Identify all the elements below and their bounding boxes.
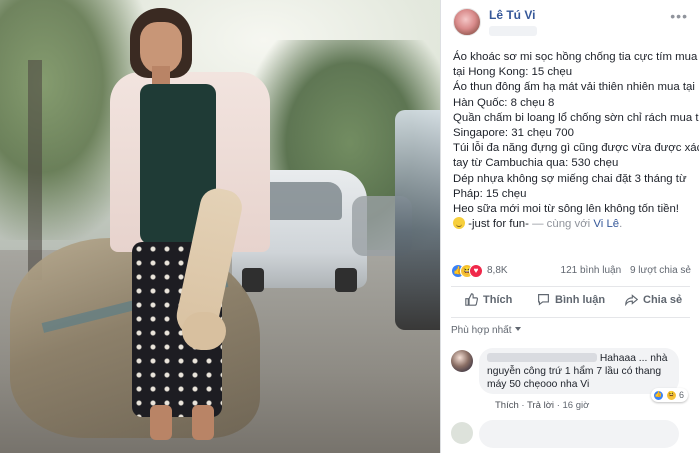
photo-pole (28, 60, 42, 280)
post-text-line: Túi lỗi đa năng đựng gì cũng được vừa đư… (453, 142, 699, 155)
comment-icon (538, 294, 549, 306)
comment-sort-dropdown[interactable]: Phù hợp nhất (451, 325, 521, 336)
comment-count-link[interactable]: 121 bình luận (561, 265, 622, 276)
author-name[interactable]: Lê Tú Vi (489, 8, 535, 22)
next-commenter-avatar (451, 422, 473, 444)
post-text-tail: -just for fun- — cùng với Vi Lê. (453, 217, 693, 232)
post-text-line: Singapore: 31 chẹu 700 (453, 127, 574, 140)
love-reaction-icon: ♥ (469, 264, 483, 278)
commenter-avatar[interactable] (451, 350, 473, 372)
reaction-summary[interactable]: 👍 😆 ♥ 8,8K 121 bình luận 9 lượt chia sẻ (451, 264, 691, 280)
photo-woman-neck (152, 66, 170, 84)
author-avatar[interactable] (453, 8, 481, 36)
post-actions: Thích Bình luận Chia sẻ (451, 289, 690, 315)
photo-car-wheel (335, 268, 357, 292)
comment-reaction-count: 6 (679, 390, 685, 400)
share-label: Chia sẻ (643, 293, 683, 306)
share-count-link[interactable]: 9 lượt chia sẻ (630, 265, 691, 276)
comment-time[interactable]: 16 giờ (563, 400, 590, 411)
post-text-line: Heo sữa mới moi từ sông lên không tốn ti… (453, 203, 679, 216)
comment-bubble: Hahaaa ... nhà nguyễn công trứ 1 hẩm 7 l… (479, 348, 679, 394)
reaction-count[interactable]: 8,8K (487, 265, 508, 276)
post-photo[interactable] (0, 0, 440, 453)
like-reaction-icon: 👍 (653, 389, 664, 401)
comment-reactions[interactable]: 👍 😆 6 (651, 388, 689, 402)
share-button[interactable]: Chia sẻ (625, 293, 682, 306)
thumbs-up-icon (465, 293, 478, 306)
post-text-line: Áo khoác sơ mi sọc hồng chống tia cực tí… (453, 51, 698, 63)
commenter-name-blurred[interactable] (487, 353, 597, 362)
divider (451, 317, 690, 318)
post-text-fun: -just for fun- (465, 218, 529, 231)
sort-label: Phù hợp nhất (451, 325, 512, 336)
post-panel: Lê Tú Vi ••• Áo khoác sơ mi sọc hồng chố… (440, 0, 699, 453)
post-text-line: Pháp: 15 chẹu (453, 187, 527, 200)
post-stats: 121 bình luận 9 lượt chia sẻ (555, 265, 691, 276)
comment-text-start: Hahaaa ... nhà (599, 353, 668, 364)
more-dots-icon[interactable]: ••• (670, 8, 688, 24)
photo-woman-leg (150, 405, 172, 440)
post-text: Áo khoác sơ mi sọc hồng chống tia cực tí… (453, 50, 699, 232)
like-button[interactable]: Thích (465, 293, 512, 306)
comment-like-link[interactable]: Thích (495, 400, 519, 411)
photo-motorbike (395, 110, 440, 330)
haha-reaction-icon: 😆 (666, 389, 677, 401)
caret-down-icon (514, 327, 521, 331)
like-label: Thích (483, 293, 513, 306)
next-comment-bubble (479, 420, 679, 448)
post-with-label: — cùng với (528, 218, 594, 231)
tagged-user-link[interactable]: Vi Lê (593, 218, 619, 230)
photo-dog-head (182, 312, 226, 350)
post-text-line: Áo thun đông ấm hạ mát vải thiên nhiên m… (453, 81, 695, 94)
comment-reply-link[interactable]: Trả lời (527, 400, 554, 411)
post-text-line: Hàn Quốc: 8 chẹu 8 (453, 96, 555, 109)
comment-actions: Thích · Trả lời · 16 giờ (495, 400, 589, 411)
post-timestamp-blurred (489, 26, 537, 36)
photo-car-wheel (242, 268, 264, 292)
separator-dot: · (521, 400, 525, 411)
photo-woman-leg (192, 405, 214, 440)
smile-emoji-icon (453, 217, 465, 230)
comment-label: Bình luận (555, 293, 606, 306)
post-text-line: tại Hong Kong: 15 chẹu (453, 66, 573, 79)
post-text-line: Dép nhựa không sợ miếng chai đặt 3 tháng… (453, 172, 687, 185)
next-comment-blurred (451, 418, 691, 448)
divider (451, 286, 690, 287)
share-icon (625, 294, 638, 306)
post-tail-end: . (619, 218, 623, 231)
comment-button[interactable]: Bình luận (537, 293, 605, 306)
comment-text: nguyễn công trứ 1 hẩm 7 lầu có thang máy… (487, 366, 662, 390)
post-text-line: Quần chấm bi loang lổ chống sờn chỉ rách… (453, 111, 699, 124)
post-text-line: tay từ Cambuchia qua: 530 chẹu (453, 157, 619, 170)
post-header: Lê Tú Vi ••• (441, 0, 699, 46)
separator-dot: · (556, 400, 560, 411)
